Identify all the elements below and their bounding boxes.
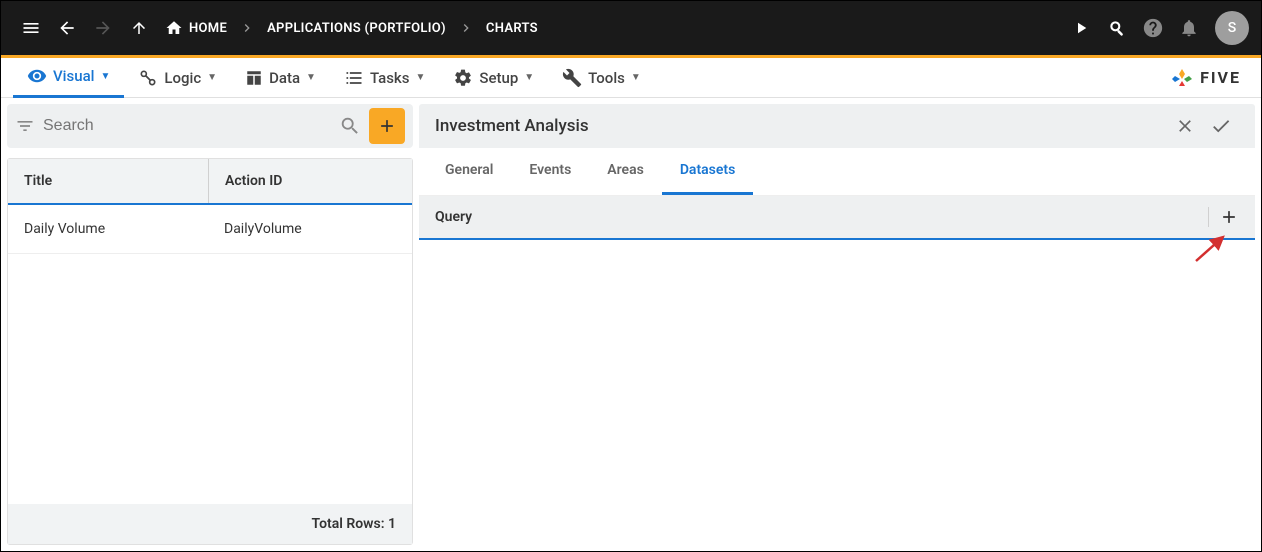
avatar[interactable]: S	[1215, 11, 1249, 45]
subnav-label: Visual	[53, 67, 94, 85]
subnav-setup[interactable]: Setup ▼	[439, 58, 548, 98]
brand-logo: FIVE	[1170, 66, 1249, 90]
tab-datasets[interactable]: Datasets	[662, 148, 754, 195]
table-footer: Total Rows: 1	[8, 504, 412, 544]
bell-icon[interactable]	[1171, 10, 1207, 46]
right-pane: Investment Analysis General Events Areas…	[419, 98, 1261, 551]
panel-header: Investment Analysis	[419, 104, 1255, 148]
sub-nav: Visual ▼ Logic ▼ Data ▼ Tasks ▼ Setup ▼ …	[1, 58, 1261, 98]
subnav-label: Tools	[588, 69, 625, 87]
breadcrumb-label: CHARTS	[486, 21, 538, 36]
hamburger-menu-icon[interactable]	[13, 10, 49, 46]
breadcrumb-label: APPLICATIONS (PORTFOLIO)	[267, 21, 446, 36]
forward-icon	[85, 10, 121, 46]
chevron-right-icon	[235, 20, 259, 36]
chevron-right-icon	[454, 20, 478, 36]
add-query-button[interactable]	[1219, 207, 1239, 227]
section-title: Query	[435, 209, 1198, 225]
dropdown-icon: ▼	[415, 72, 425, 83]
subnav-label: Tasks	[370, 69, 410, 87]
breadcrumb-home[interactable]: HOME	[157, 19, 235, 37]
main-area: Title Action ID Daily Volume DailyVolume…	[1, 98, 1261, 551]
subnav-label: Setup	[479, 69, 518, 87]
dropdown-icon: ▼	[524, 72, 534, 83]
dropdown-icon: ▼	[306, 72, 316, 83]
subnav-tools[interactable]: Tools ▼	[548, 58, 655, 98]
subnav-tasks[interactable]: Tasks ▼	[330, 58, 439, 98]
dropdown-icon: ▼	[207, 72, 217, 83]
footer-count: 1	[388, 516, 396, 532]
confirm-check-icon[interactable]	[1203, 108, 1239, 144]
column-action-id[interactable]: Action ID	[208, 159, 412, 203]
add-button[interactable]	[369, 108, 405, 144]
subnav-label: Data	[269, 69, 300, 87]
subnav-label: Logic	[164, 69, 201, 87]
up-icon[interactable]	[121, 10, 157, 46]
dropdown-icon: ▼	[631, 72, 641, 83]
search-icon[interactable]	[339, 115, 361, 137]
tab-events[interactable]: Events	[511, 148, 589, 195]
left-pane: Title Action ID Daily Volume DailyVolume…	[1, 98, 419, 551]
close-icon[interactable]	[1167, 108, 1203, 144]
breadcrumb-charts[interactable]: CHARTS	[478, 21, 546, 36]
play-icon[interactable]	[1063, 10, 1099, 46]
avatar-initial: S	[1228, 20, 1236, 36]
search-magnifier-icon[interactable]	[1099, 10, 1135, 46]
panel-tabs: General Events Areas Datasets	[419, 148, 1255, 196]
tab-areas[interactable]: Areas	[589, 148, 662, 195]
back-icon[interactable]	[49, 10, 85, 46]
breadcrumb-label: HOME	[189, 21, 227, 36]
footer-label: Total Rows:	[312, 516, 385, 532]
subnav-data[interactable]: Data ▼	[231, 58, 330, 98]
column-title[interactable]: Title	[8, 159, 208, 203]
cell-title: Daily Volume	[8, 205, 208, 253]
search-bar	[7, 104, 413, 148]
charts-table: Title Action ID Daily Volume DailyVolume…	[7, 158, 413, 545]
dropdown-icon: ▼	[100, 71, 110, 82]
search-input[interactable]	[43, 117, 331, 135]
help-icon[interactable]	[1135, 10, 1171, 46]
subnav-visual[interactable]: Visual ▼	[13, 58, 124, 98]
divider	[1208, 207, 1209, 227]
table-row[interactable]: Daily Volume DailyVolume	[8, 205, 412, 254]
table-header: Title Action ID	[8, 159, 412, 205]
filter-icon[interactable]	[15, 116, 35, 136]
top-bar: HOME APPLICATIONS (PORTFOLIO) CHARTS S	[1, 1, 1261, 55]
cell-action-id: DailyVolume	[208, 205, 412, 253]
brand-text: FIVE	[1200, 68, 1241, 87]
subnav-logic[interactable]: Logic ▼	[124, 58, 231, 98]
breadcrumb-applications[interactable]: APPLICATIONS (PORTFOLIO)	[259, 21, 454, 36]
tab-general[interactable]: General	[427, 148, 511, 195]
query-section-header: Query	[419, 196, 1255, 240]
panel-title: Investment Analysis	[435, 116, 1167, 136]
